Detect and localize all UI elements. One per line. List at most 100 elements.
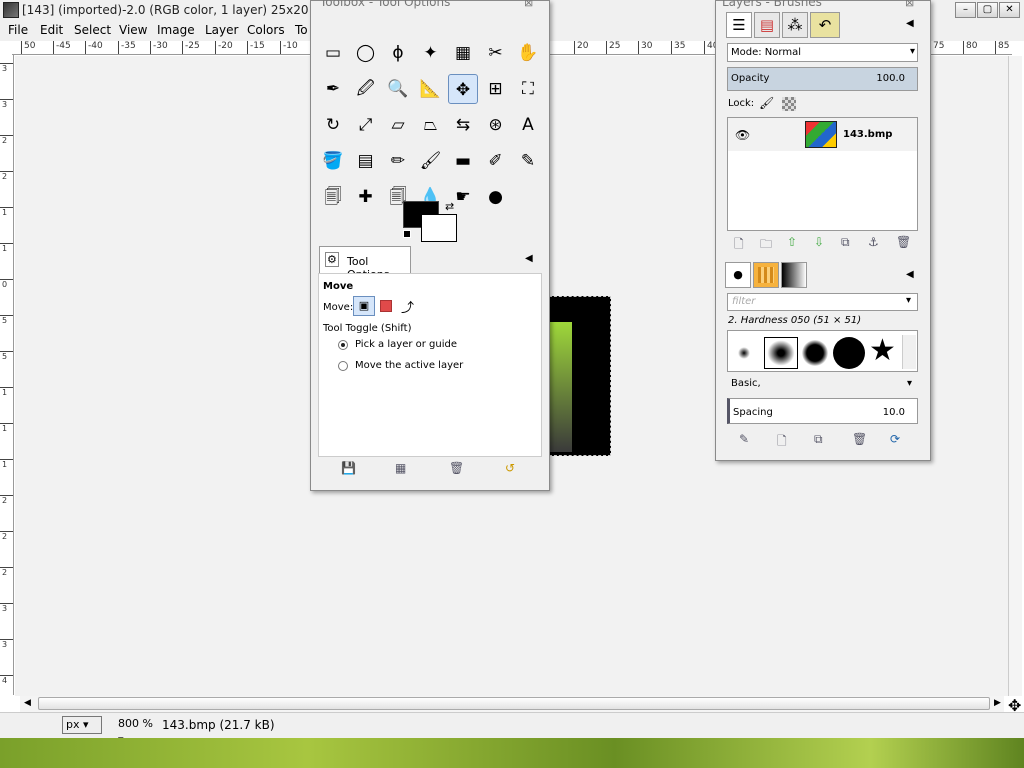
duplicate-layer-icon[interactable]: ⧉ (841, 235, 850, 250)
fuzzy-select-icon[interactable]: ✦ (416, 38, 446, 68)
text-icon[interactable]: A (513, 110, 543, 140)
align-icon[interactable]: ⊞ (481, 74, 511, 104)
tab-tool-options[interactable]: ⚙ Tool Options (319, 246, 411, 281)
restore-options-icon[interactable]: ▦ (395, 461, 406, 475)
color-picker-icon[interactable]: 🖉 (351, 74, 381, 104)
airbrush-icon[interactable]: ✐ (481, 146, 511, 176)
horizontal-scroll-thumb[interactable] (38, 697, 990, 710)
color-select-icon[interactable]: ▦ (448, 38, 478, 68)
close-button[interactable]: ✕ (999, 2, 1020, 18)
flip-icon[interactable]: ⇆ (448, 110, 478, 140)
image-canvas[interactable] (549, 296, 611, 456)
pencil-icon[interactable]: ✏ (383, 146, 413, 176)
save-options-icon[interactable]: 💾 (341, 461, 356, 475)
shear-icon[interactable]: ▱ (383, 110, 413, 140)
zoom-icon[interactable]: 🔍 (383, 74, 413, 104)
scroll-right-icon[interactable]: ▶ (994, 698, 1001, 708)
rect-select-icon[interactable]: ▭ (318, 38, 348, 68)
menu-tools[interactable]: To (295, 23, 308, 37)
menu-view[interactable]: View (119, 23, 147, 37)
tab-gradients[interactable] (781, 262, 807, 288)
mode-select[interactable]: Mode: Normal ▾ (727, 43, 918, 62)
lower-layer-icon[interactable]: ⇩ (814, 235, 824, 249)
paths-icon[interactable]: ✒ (318, 74, 348, 104)
blend-icon[interactable]: ▤ (351, 146, 381, 176)
option-pick-layer-label[interactable]: Pick a layer or guide (355, 339, 457, 350)
ellipse-select-icon[interactable]: ◯ (351, 38, 381, 68)
brush-hardness-050[interactable] (764, 337, 798, 369)
delete-layer-icon[interactable]: 🗑 (896, 235, 911, 249)
tab-channels[interactable]: ▤ (754, 12, 780, 38)
gimp-app-icon[interactable] (3, 2, 19, 18)
move-icon[interactable]: ✥ (448, 74, 478, 104)
foreground-select-icon[interactable]: ✋ (513, 38, 543, 68)
rotate-icon[interactable]: ↻ (318, 110, 348, 140)
menu-edit[interactable]: Edit (40, 23, 63, 37)
anchor-layer-icon[interactable]: ⚓ (868, 235, 879, 249)
tab-menu-icon[interactable]: ◀ (525, 253, 533, 264)
dodge-burn-icon[interactable]: ● (481, 182, 511, 212)
eye-icon[interactable]: 👁 (735, 128, 750, 142)
layer-thumbnail[interactable] (805, 121, 837, 148)
cage-icon[interactable]: ⊛ (481, 110, 511, 140)
bucket-fill-icon[interactable]: 🪣 (318, 146, 348, 176)
paintbrush-icon[interactable]: 🖌 (416, 146, 446, 176)
crop-icon[interactable]: ⛶ (513, 74, 543, 104)
duplicate-brush-icon[interactable]: ⧉ (814, 432, 823, 447)
menu-image[interactable]: Image (157, 23, 195, 37)
delete-brush-icon[interactable]: 🗑 (852, 432, 867, 446)
menu-select[interactable]: Select (74, 23, 111, 37)
reset-colors-icon[interactable] (403, 230, 411, 238)
spacing-slider[interactable]: Spacing 10.0 (727, 398, 918, 424)
tab-layers[interactable]: ☰ (726, 12, 752, 38)
minimize-button[interactable]: – (955, 2, 976, 18)
lock-alpha-icon[interactable] (782, 97, 796, 111)
brush-hardness-075[interactable] (802, 340, 828, 366)
clone-icon[interactable]: 🗐 (318, 182, 348, 212)
heal-icon[interactable]: ✚ (351, 182, 381, 212)
ink-icon[interactable]: ✎ (513, 146, 543, 176)
edit-brush-icon[interactable]: ✎ (739, 432, 749, 446)
radio-move-active-layer[interactable] (338, 361, 348, 371)
new-brush-icon[interactable]: 🗋 (777, 432, 787, 453)
delete-options-icon[interactable]: 🗑 (449, 461, 464, 475)
tab-paths[interactable]: ⁂ (782, 12, 808, 38)
new-group-icon[interactable]: 🗀 (760, 235, 772, 256)
refresh-brushes-icon[interactable]: ⟳ (890, 432, 900, 446)
brush-star[interactable]: ★ (869, 333, 896, 369)
new-layer-icon[interactable]: 🗋 (734, 235, 744, 256)
background-color[interactable] (421, 214, 457, 242)
swap-colors-icon[interactable]: ⇄ (445, 200, 454, 213)
brush-filter-field[interactable]: filter ▾ (727, 293, 918, 311)
tab-patterns[interactable] (753, 262, 779, 288)
scale-icon[interactable]: ⤢ (351, 110, 381, 140)
menu-layer[interactable]: Layer (205, 23, 238, 37)
vertical-ruler[interactable]: 3322110551112223344 (0, 55, 14, 695)
toolbox-close-icon[interactable]: ⊠ (524, 0, 533, 9)
brush-grid-scrollbar[interactable] (902, 335, 916, 369)
brush-set-select[interactable]: Basic, ▾ (727, 378, 918, 394)
reset-options-icon[interactable]: ↺ (505, 461, 515, 475)
measure-icon[interactable]: 📐 (416, 74, 446, 104)
brush-hardness-100[interactable] (833, 337, 865, 369)
scissors-icon[interactable]: ✂ (481, 38, 511, 68)
move-path-icon[interactable]: ⤴ (401, 297, 414, 316)
lock-pixels-icon[interactable]: 🖌 (759, 96, 774, 110)
move-layer-icon[interactable]: ▣ (353, 296, 375, 316)
unit-select[interactable]: px ▾ (62, 716, 102, 734)
opacity-slider[interactable]: Opacity 100.0 (727, 67, 918, 91)
zoom-field[interactable]: 800 % ▾ (110, 716, 160, 746)
eraser-icon[interactable]: ▬ (448, 146, 478, 176)
scroll-left-icon[interactable]: ◀ (24, 698, 31, 708)
maximize-button[interactable]: ▢ (977, 2, 998, 18)
vertical-scrollbar[interactable] (1008, 56, 1022, 696)
move-selection-icon[interactable] (380, 300, 392, 312)
free-select-icon[interactable]: ϕ (383, 38, 413, 68)
layer-name[interactable]: 143.bmp (843, 129, 892, 140)
layers-close-icon[interactable]: ⊠ (905, 0, 914, 9)
brushes-tab-menu-icon[interactable]: ◀ (906, 269, 914, 280)
perspective-icon[interactable]: ⏢ (416, 110, 446, 140)
layers-tab-menu-icon[interactable]: ◀ (906, 18, 914, 29)
tab-brushes[interactable]: ● (725, 262, 751, 288)
menu-colors[interactable]: Colors (247, 23, 285, 37)
